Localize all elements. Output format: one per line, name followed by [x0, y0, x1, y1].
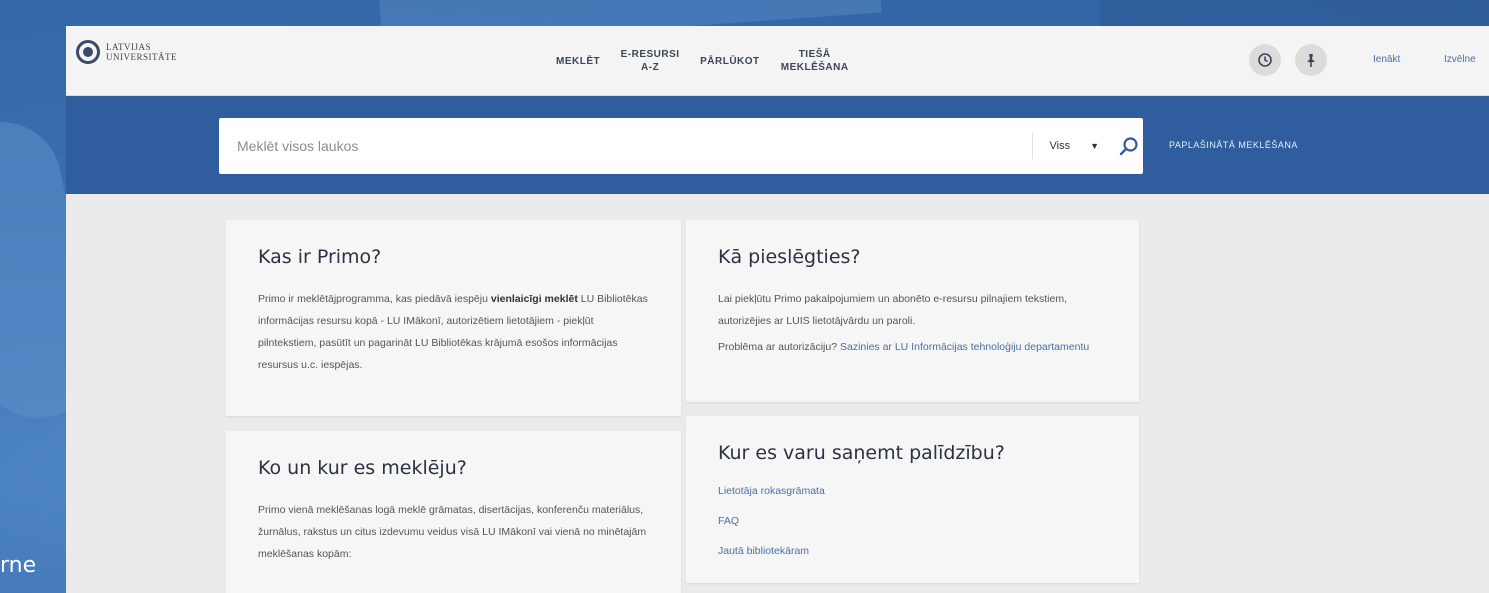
- card-title: Kā pieslēgties?: [718, 246, 861, 268]
- nav-direct-search[interactable]: TIEŠĀ MEKLĒŠANA: [780, 48, 850, 74]
- help-links: Lietotāja rokasgrāmata FAQ Jautā bibliot…: [718, 476, 1107, 566]
- card-text: Primo ir meklētājprogramma, kas piedāvā …: [258, 288, 649, 376]
- card-title: Kas ir Primo?: [258, 246, 382, 268]
- pinned-items-button[interactable]: [1295, 44, 1327, 76]
- card-text: Lai piekļūtu Primo pakalpojumiem un abon…: [718, 293, 1068, 327]
- card-text-bold: vienlaicīgi meklēt: [490, 293, 578, 305]
- pin-icon: [1307, 54, 1315, 67]
- card-text-part: Problēma ar autorizāciju?: [718, 341, 840, 353]
- card-title: Kur es varu saņemt palīdzību?: [718, 442, 1005, 464]
- card-what-is-primo: Kas ir Primo? Primo ir meklētājprogramma…: [226, 220, 681, 416]
- card-title: Ko un kur es meklēju?: [258, 457, 467, 479]
- logo-text: LATVIJAS UNIVERSITĀTE: [106, 42, 177, 62]
- search-button[interactable]: [1115, 132, 1143, 160]
- search-band: Viss ▼ PAPLAŠINĀTĀ MEKLĒŠANA: [66, 96, 1489, 194]
- ask-librarian-link[interactable]: Jautā bibliotekāram: [718, 536, 1107, 566]
- nav-browse[interactable]: PĀRLŪKOT: [700, 55, 760, 68]
- search-box: Viss ▼: [219, 118, 1143, 174]
- logo-emblem-icon: [76, 40, 100, 64]
- sign-in-link[interactable]: Ienākt: [1373, 54, 1400, 65]
- chevron-down-icon: ▼: [1090, 141, 1099, 151]
- search-input[interactable]: [219, 138, 1033, 154]
- card-problem-text: Problēma ar autorizāciju? Sazinies ar LU…: [718, 336, 1107, 358]
- user-guide-link[interactable]: Lietotāja rokasgrāmata: [718, 476, 1107, 506]
- search-scope-value: Viss: [1049, 140, 1071, 152]
- nav-search[interactable]: MEKLĒT: [556, 55, 600, 68]
- card-what-where-search: Ko un kur es meklēju? Primo vienā meklēš…: [226, 431, 681, 593]
- card-get-help: Kur es varu saņemt palīdzību? Lietotāja …: [686, 416, 1139, 583]
- it-department-link[interactable]: Sazinies ar LU Informācijas tehnoloģiju …: [840, 341, 1089, 353]
- logo-line-2: UNIVERSITĀTE: [106, 52, 177, 62]
- history-icon: [1258, 53, 1272, 67]
- history-button[interactable]: [1249, 44, 1281, 76]
- top-bar: LATVIJAS UNIVERSITĀTE MEKLĒT E-RESURSI A…: [66, 26, 1489, 96]
- university-logo[interactable]: LATVIJAS UNIVERSITĀTE: [76, 40, 177, 64]
- main-nav: MEKLĒT E-RESURSI A-Z PĀRLŪKOT TIEŠĀ MEKL…: [556, 26, 850, 96]
- search-scope-dropdown[interactable]: Viss ▼: [1032, 133, 1115, 159]
- top-icon-group: [1249, 44, 1327, 76]
- advanced-search-link[interactable]: PAPLAŠINĀTĀ MEKLĒŠANA: [1169, 140, 1298, 150]
- background-caption: rne: [0, 553, 37, 578]
- nav-e-resources[interactable]: E-RESURSI A-Z: [620, 48, 680, 74]
- card-how-to-connect: Kā pieslēgties? Lai piekļūtu Primo pakal…: [686, 220, 1139, 402]
- search-icon: [1119, 137, 1138, 156]
- card-text-part: Primo ir meklētājprogramma, kas piedāvā …: [258, 293, 491, 305]
- faq-link[interactable]: FAQ: [718, 506, 1107, 536]
- primo-app-window: LATVIJAS UNIVERSITĀTE MEKLĒT E-RESURSI A…: [66, 26, 1489, 593]
- menu-link[interactable]: Izvēlne: [1444, 54, 1476, 65]
- logo-line-1: LATVIJAS: [106, 42, 152, 52]
- card-text: Primo vienā meklēšanas logā meklē grāmat…: [258, 504, 647, 560]
